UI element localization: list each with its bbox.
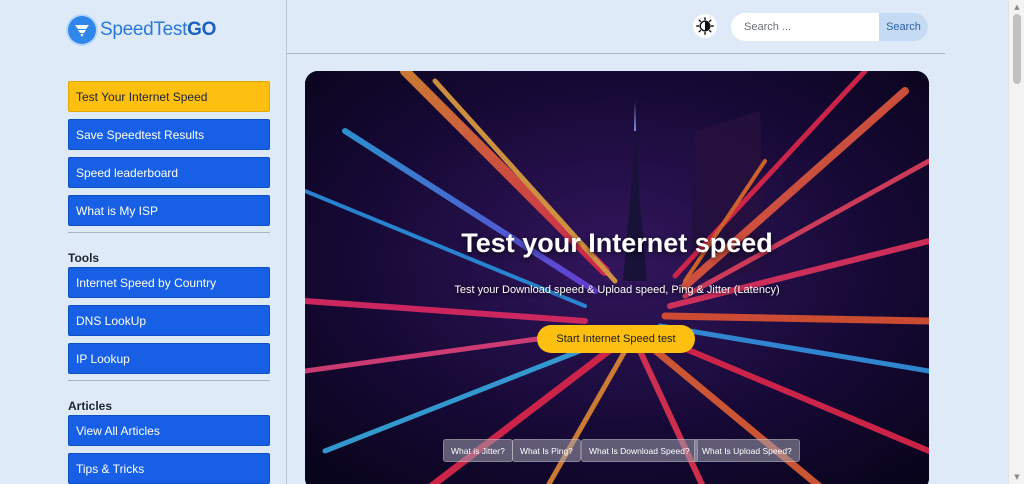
speedometer-logo-icon (68, 16, 96, 44)
sidebar-divider (68, 232, 270, 233)
scroll-down-arrow-icon[interactable]: ▼ (1013, 473, 1021, 481)
chip-what-is-download-speed[interactable]: What Is Download Speed? (581, 439, 698, 462)
nav-test-internet-speed[interactable]: Test Your Internet Speed (68, 81, 270, 112)
tools-heading: Tools (68, 251, 100, 265)
hero-banner: Test your Internet speed Test your Downl… (305, 71, 929, 484)
header-divider (287, 53, 945, 54)
chip-what-is-jitter[interactable]: What is Jitter? (443, 439, 513, 462)
page-scrollbar[interactable]: ▲ ▼ (1008, 0, 1024, 484)
nav-what-is-my-isp[interactable]: What is My ISP (68, 195, 270, 226)
search-form: Search (731, 13, 928, 41)
nav-internet-speed-by-country[interactable]: Internet Speed by Country (68, 267, 270, 298)
site-logo-text: SpeedTestGO (100, 19, 217, 40)
scrollbar-thumb[interactable] (1013, 14, 1021, 84)
hero-title: Test your Internet speed (461, 228, 773, 258)
nav-speed-leaderboard[interactable]: Speed leaderboard (68, 157, 270, 188)
search-button[interactable]: Search (879, 13, 928, 41)
theme-toggle-button[interactable] (693, 14, 717, 38)
chip-what-is-upload-speed[interactable]: What Is Upload Speed? (694, 439, 800, 462)
hero-background-image (305, 71, 929, 484)
nav-view-all-articles[interactable]: View All Articles (68, 415, 270, 446)
nav-save-speedtest-results[interactable]: Save Speedtest Results (68, 119, 270, 150)
contrast-icon (696, 17, 714, 35)
search-input[interactable] (731, 13, 879, 41)
scroll-up-arrow-icon[interactable]: ▲ (1013, 3, 1021, 11)
chip-what-is-ping[interactable]: What Is Ping? (512, 439, 581, 462)
sidebar: SpeedTestGO Test Your Internet Speed Sav… (0, 0, 287, 484)
nav-dns-lookup[interactable]: DNS LookUp (68, 305, 270, 336)
articles-heading: Articles (68, 399, 113, 413)
sidebar-divider (68, 380, 270, 381)
nav-tips-and-tricks[interactable]: Tips & Tricks (68, 453, 270, 484)
hero-subtitle: Test your Download speed & Upload speed,… (454, 284, 780, 296)
site-logo[interactable]: SpeedTestGO (68, 15, 216, 45)
start-speed-test-button[interactable]: Start Internet Speed test (537, 325, 695, 353)
nav-ip-lookup[interactable]: IP Lookup (68, 343, 270, 374)
